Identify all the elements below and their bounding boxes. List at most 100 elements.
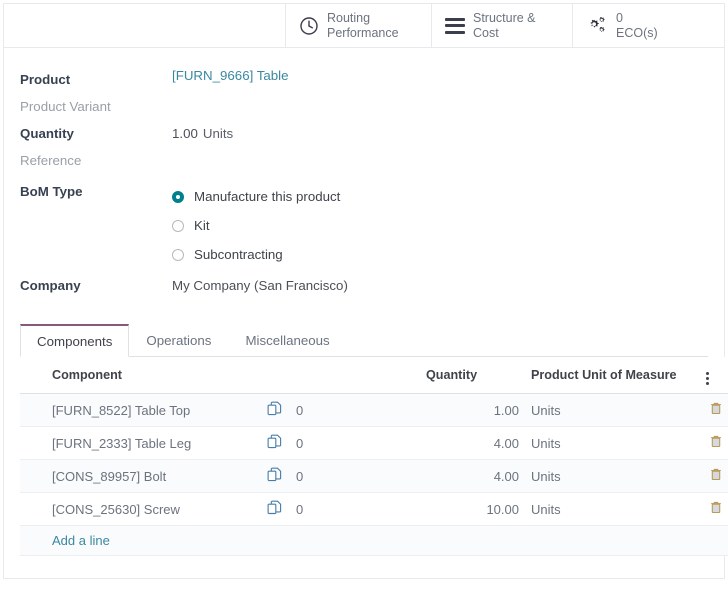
cell-uom[interactable]: Units bbox=[525, 427, 700, 460]
field-value-quantity-unit: Units bbox=[203, 126, 233, 141]
cogs-icon bbox=[586, 16, 608, 36]
cell-attachment-icon[interactable] bbox=[258, 493, 290, 526]
field-value-company[interactable]: My Company (San Francisco) bbox=[172, 274, 348, 293]
table-row[interactable]: [CONS_25630] Screw 0 10.00 Units bbox=[20, 493, 728, 526]
bom-type-radio-group: Manufacture this product Kit Subcontract… bbox=[172, 180, 340, 269]
header-attachment-count bbox=[290, 357, 420, 394]
cell-component[interactable]: [CONS_25630] Screw bbox=[46, 493, 258, 526]
field-row-reference: Reference bbox=[20, 149, 708, 176]
trash-icon[interactable] bbox=[710, 435, 722, 448]
cell-quantity[interactable]: 4.00 bbox=[420, 460, 525, 493]
row-gutter bbox=[20, 394, 46, 427]
smart-button-eco-count: 0 bbox=[616, 11, 658, 26]
copy-documents-icon[interactable] bbox=[267, 401, 282, 416]
cell-quantity[interactable]: 4.00 bbox=[420, 427, 525, 460]
cell-quantity[interactable]: 1.00 bbox=[420, 394, 525, 427]
cell-delete[interactable] bbox=[700, 427, 728, 460]
radio-label-kit: Kit bbox=[194, 218, 210, 233]
clock-icon bbox=[299, 16, 319, 36]
cell-component[interactable]: [FURN_2333] Table Leg bbox=[46, 427, 258, 460]
cell-attachment-icon[interactable] bbox=[258, 460, 290, 493]
copy-documents-icon[interactable] bbox=[267, 467, 282, 482]
field-value-quantity-wrap: 1.00 Units bbox=[172, 122, 233, 141]
smart-button-routing-text: Routing Performance bbox=[327, 11, 399, 41]
table-row[interactable]: [FURN_8522] Table Top 0 1.00 Units bbox=[20, 394, 728, 427]
field-value-product[interactable]: [FURN_9666] Table bbox=[172, 68, 289, 83]
radio-icon-kit[interactable] bbox=[172, 220, 184, 232]
cell-uom[interactable]: Units bbox=[525, 394, 700, 427]
radio-option-subcontracting[interactable]: Subcontracting bbox=[172, 240, 340, 269]
cell-quantity[interactable]: 10.00 bbox=[420, 493, 525, 526]
cell-delete[interactable] bbox=[700, 493, 728, 526]
tab-miscellaneous[interactable]: Miscellaneous bbox=[228, 324, 346, 357]
header-quantity[interactable]: Quantity bbox=[420, 357, 525, 394]
smart-button-box: Routing Performance Structure & Cost bbox=[4, 4, 724, 48]
field-row-bom-type: BoM Type Manufacture this product Kit Su… bbox=[20, 180, 708, 269]
copy-documents-icon[interactable] bbox=[267, 500, 282, 515]
trash-icon[interactable] bbox=[710, 468, 722, 481]
notebook-tabs: Components Operations Miscellaneous bbox=[20, 324, 708, 357]
radio-label-manufacture: Manufacture this product bbox=[194, 189, 340, 204]
field-label-bom-type: BoM Type bbox=[20, 180, 172, 199]
tab-operations[interactable]: Operations bbox=[129, 324, 228, 357]
radio-label-subcontracting: Subcontracting bbox=[194, 247, 283, 262]
cell-attachment-count[interactable]: 0 bbox=[290, 394, 420, 427]
form-fields-group: Product [FURN_9666] Table Product Varian… bbox=[4, 48, 724, 302]
header-gutter bbox=[20, 357, 46, 394]
field-row-product-variant: Product Variant bbox=[20, 95, 708, 122]
cell-delete[interactable] bbox=[700, 394, 728, 427]
smart-button-eco-label: ECO(s) bbox=[616, 26, 658, 41]
header-component[interactable]: Component bbox=[46, 357, 258, 394]
header-uom[interactable]: Product Unit of Measure bbox=[525, 357, 700, 394]
cell-attachment-count[interactable]: 0 bbox=[290, 493, 420, 526]
smart-button-routing-line2: Performance bbox=[327, 26, 399, 41]
smart-button-structure-line2: Cost bbox=[473, 26, 536, 41]
add-a-line-link[interactable]: Add a line bbox=[52, 533, 110, 548]
cell-attachment-icon[interactable] bbox=[258, 394, 290, 427]
vertical-dots-icon[interactable] bbox=[706, 372, 709, 385]
cell-uom[interactable]: Units bbox=[525, 493, 700, 526]
components-table: Component Quantity Product Unit of Measu… bbox=[20, 357, 728, 556]
field-value-quantity[interactable]: 1.00 bbox=[172, 126, 198, 141]
field-label-product: Product bbox=[20, 68, 172, 87]
row-gutter bbox=[20, 493, 46, 526]
field-row-quantity: Quantity 1.00 Units bbox=[20, 122, 708, 149]
row-gutter bbox=[20, 427, 46, 460]
cell-attachment-count[interactable]: 0 bbox=[290, 460, 420, 493]
trash-icon[interactable] bbox=[710, 402, 722, 415]
cell-component[interactable]: [FURN_8522] Table Top bbox=[46, 394, 258, 427]
smart-button-eco-text: 0 ECO(s) bbox=[616, 11, 658, 41]
field-label-product-variant: Product Variant bbox=[20, 95, 172, 114]
field-label-quantity: Quantity bbox=[20, 122, 172, 141]
table-row[interactable]: [FURN_2333] Table Leg 0 4.00 Units bbox=[20, 427, 728, 460]
radio-icon-manufacture[interactable] bbox=[172, 191, 184, 203]
components-table-header-row: Component Quantity Product Unit of Measu… bbox=[20, 357, 728, 394]
row-gutter bbox=[20, 460, 46, 493]
smart-button-structure-text: Structure & Cost bbox=[473, 11, 536, 41]
smart-button-eco[interactable]: 0 ECO(s) bbox=[572, 4, 724, 47]
add-a-line-row[interactable]: Add a line bbox=[20, 526, 728, 556]
cell-attachment-icon[interactable] bbox=[258, 427, 290, 460]
add-line-cell[interactable]: Add a line bbox=[46, 526, 728, 556]
radio-option-manufacture[interactable]: Manufacture this product bbox=[172, 182, 340, 211]
screenshot-root: Routing Performance Structure & Cost bbox=[0, 0, 728, 592]
radio-icon-subcontracting[interactable] bbox=[172, 249, 184, 261]
trash-icon[interactable] bbox=[710, 501, 722, 514]
cell-uom[interactable]: Units bbox=[525, 460, 700, 493]
form-sheet: Routing Performance Structure & Cost bbox=[3, 3, 725, 579]
cell-delete[interactable] bbox=[700, 460, 728, 493]
smart-button-routing-line1: Routing bbox=[327, 11, 399, 26]
copy-documents-icon[interactable] bbox=[267, 434, 282, 449]
header-optional-columns[interactable] bbox=[700, 357, 728, 394]
cell-component[interactable]: [CONS_89957] Bolt bbox=[46, 460, 258, 493]
cell-attachment-count[interactable]: 0 bbox=[290, 427, 420, 460]
tab-components[interactable]: Components bbox=[20, 324, 129, 357]
add-line-gutter bbox=[20, 526, 46, 556]
components-table-body: [FURN_8522] Table Top 0 1.00 Units bbox=[20, 394, 728, 556]
field-row-product: Product [FURN_9666] Table bbox=[20, 68, 708, 95]
table-row[interactable]: [CONS_89957] Bolt 0 4.00 Units bbox=[20, 460, 728, 493]
smart-button-structure-cost[interactable]: Structure & Cost bbox=[431, 4, 572, 47]
smart-button-routing-performance[interactable]: Routing Performance bbox=[285, 4, 431, 47]
radio-option-kit[interactable]: Kit bbox=[172, 211, 340, 240]
field-row-company: Company My Company (San Francisco) bbox=[20, 274, 708, 302]
